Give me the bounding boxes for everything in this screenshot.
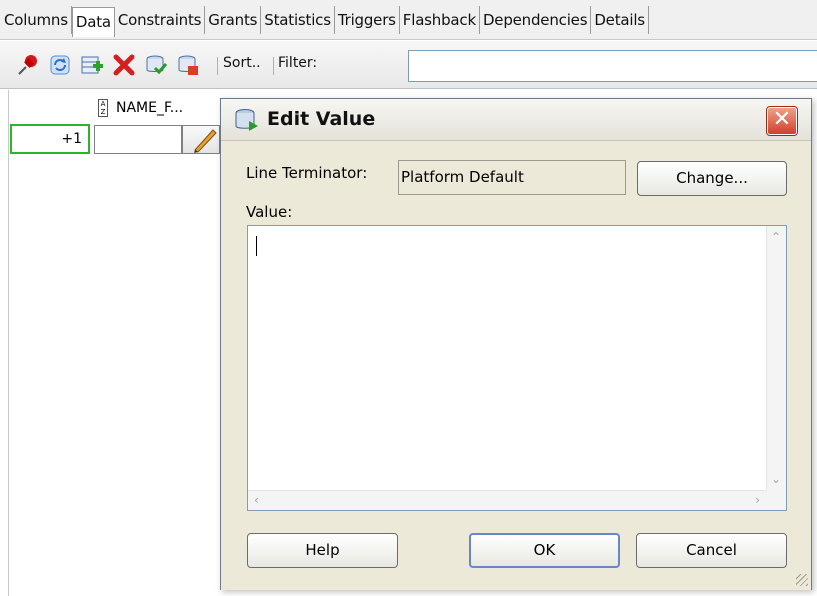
- scroll-corner: [766, 490, 786, 510]
- commit-icon[interactable]: [144, 53, 168, 77]
- scroll-right-icon[interactable]: ›: [755, 493, 760, 507]
- insert-row-icon[interactable]: [80, 53, 104, 77]
- database-edit-icon: [235, 109, 258, 131]
- tab-flashback[interactable]: Flashback: [400, 5, 480, 34]
- sort-button[interactable]: Sort..: [223, 55, 261, 71]
- tab-dependencies[interactable]: Dependencies: [480, 5, 592, 34]
- close-button[interactable]: ✕: [766, 106, 798, 136]
- data-toolbar: Sort.. Filter:: [0, 41, 817, 89]
- cancel-button-label: Cancel: [686, 541, 737, 559]
- ok-button[interactable]: OK: [469, 533, 620, 568]
- value-label: Value:: [246, 203, 293, 221]
- tab-grants[interactable]: Grants: [205, 5, 262, 34]
- pencil-icon: [194, 129, 217, 153]
- help-button-label: Help: [305, 541, 340, 559]
- tab-triggers[interactable]: Triggers: [335, 5, 400, 34]
- line-terminator-value: Platform Default: [398, 160, 626, 195]
- tab-details[interactable]: Details: [591, 5, 649, 34]
- scroll-left-icon[interactable]: ‹: [254, 493, 259, 507]
- scroll-up-icon[interactable]: ⌃: [771, 230, 781, 244]
- toolbar-separator: [273, 57, 274, 75]
- dialog-titlebar[interactable]: Edit Value ✕: [221, 99, 811, 141]
- column-header[interactable]: AZ NAME_F...: [95, 94, 220, 122]
- resize-grip-icon[interactable]: [796, 574, 808, 586]
- filter-input[interactable]: [408, 50, 817, 82]
- tab-constraints[interactable]: Constraints: [115, 5, 206, 34]
- tab-strip: Columns Data Constraints Grants Statisti…: [0, 0, 817, 40]
- grid-cell-input[interactable]: [94, 125, 182, 154]
- refresh-icon[interactable]: [48, 53, 72, 77]
- tab-data[interactable]: Data: [71, 6, 115, 37]
- tab-columns[interactable]: Columns: [0, 5, 72, 34]
- sort-az-icon: AZ: [98, 99, 108, 117]
- edit-cell-button[interactable]: [182, 125, 220, 154]
- vertical-scrollbar[interactable]: ⌃ ⌄: [766, 226, 786, 490]
- cancel-button[interactable]: Cancel: [636, 533, 787, 568]
- grid-divider: [8, 90, 9, 596]
- rollback-icon[interactable]: [176, 53, 200, 77]
- freeze-pin-icon[interactable]: [16, 53, 40, 77]
- dialog-title: Edit Value: [267, 108, 376, 130]
- delete-row-icon[interactable]: [112, 53, 136, 77]
- value-textarea[interactable]: ⌃ ⌄ ‹ ›: [247, 225, 787, 511]
- edit-value-dialog: Edit Value ✕ Line Terminator: Platform D…: [220, 98, 812, 590]
- close-icon: ✕: [772, 107, 792, 132]
- text-caret: [256, 236, 257, 256]
- ok-button-label: OK: [533, 541, 556, 559]
- line-terminator-label: Line Terminator:: [246, 164, 368, 182]
- help-button[interactable]: Help: [247, 533, 398, 568]
- horizontal-scrollbar[interactable]: ‹ ›: [248, 490, 766, 510]
- change-button-label: Change...: [676, 169, 748, 187]
- change-button[interactable]: Change...: [637, 161, 787, 196]
- tab-statistics[interactable]: Statistics: [261, 5, 335, 34]
- toolbar-separator: [217, 57, 218, 75]
- scroll-down-icon[interactable]: ⌄: [771, 472, 781, 486]
- filter-label: Filter:: [278, 55, 318, 71]
- new-row-number[interactable]: +1: [10, 124, 90, 154]
- column-header-label: NAME_F...: [116, 100, 184, 116]
